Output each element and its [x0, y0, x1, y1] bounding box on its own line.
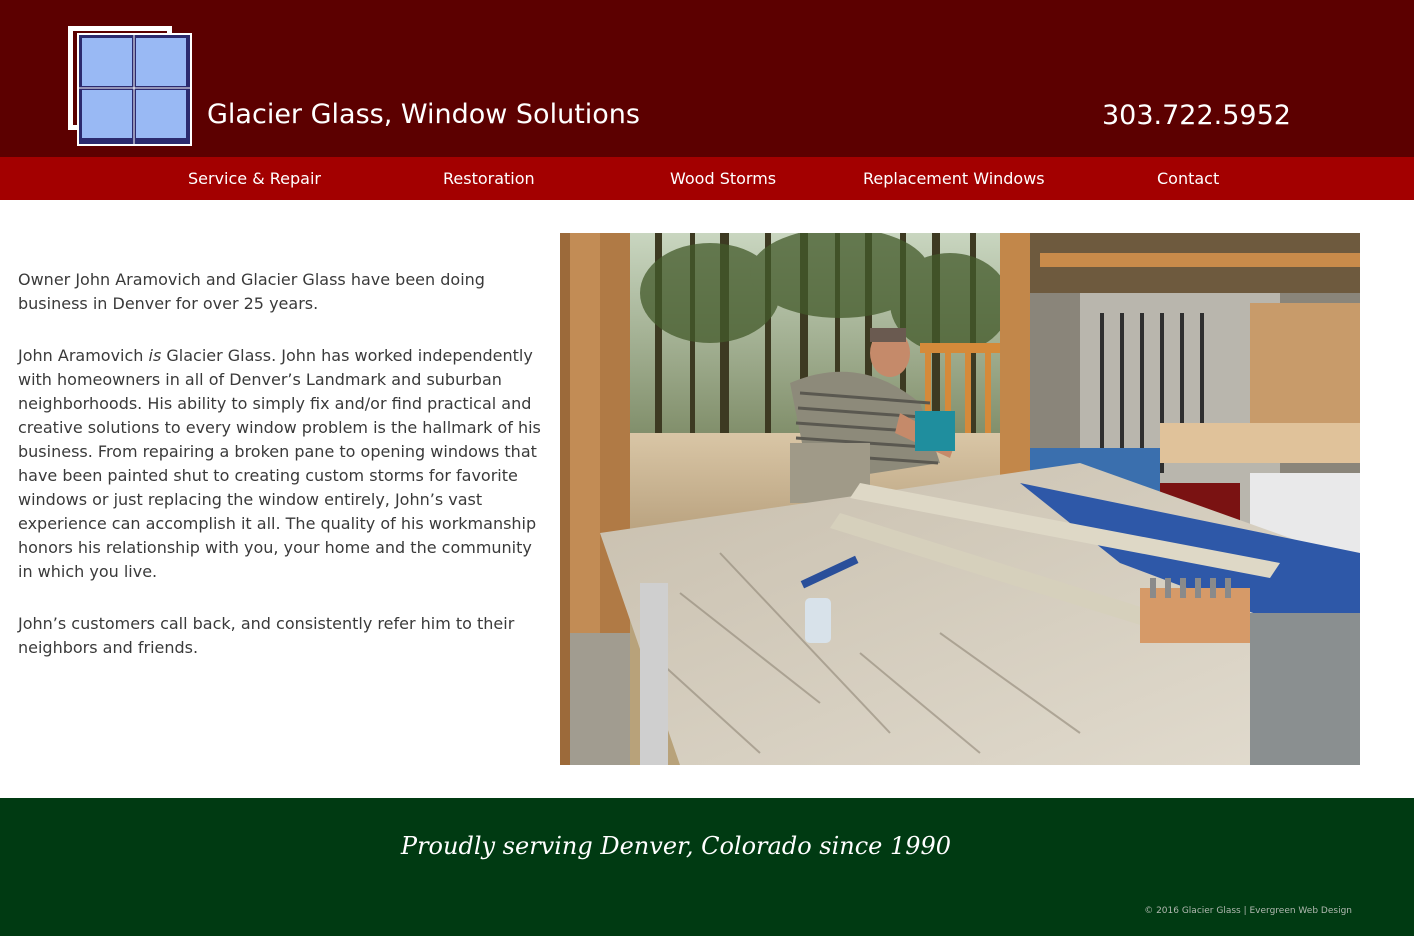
nav-item-service-repair[interactable]: Service & Repair — [188, 169, 321, 188]
nav-item-contact[interactable]: Contact — [1157, 169, 1219, 188]
nav-item-restoration[interactable]: Restoration — [443, 169, 535, 188]
paragraph-rest: Glacier Glass. John has worked independe… — [18, 346, 541, 581]
site-header: Glacier Glass, Window Solutions 303.722.… — [0, 0, 1414, 157]
about-text: Owner John Aramovich and Glacier Glass h… — [18, 268, 548, 688]
paragraph-lead: John Aramovich — [18, 346, 149, 365]
copyright-text[interactable]: © 2016 Glacier Glass | Evergreen Web Des… — [1144, 906, 1352, 916]
experience-paragraph: John Aramovich is Glacier Glass. John ha… — [18, 344, 548, 584]
window-logo-icon[interactable] — [68, 26, 194, 148]
intro-paragraph: Owner John Aramovich and Glacier Glass h… — [18, 270, 485, 313]
nav-item-wood-storms[interactable]: Wood Storms — [670, 169, 776, 188]
referral-paragraph: John’s customers call back, and consiste… — [18, 614, 515, 657]
nav-item-replacement-windows[interactable]: Replacement Windows — [863, 169, 1045, 188]
site-footer: Proudly serving Denver, Colorado since 1… — [0, 798, 1414, 936]
site-title[interactable]: Glacier Glass, Window Solutions — [207, 99, 640, 130]
phone-number[interactable]: 303.722.5952 — [1102, 100, 1291, 131]
main-nav: Service & Repair Restoration Wood Storms… — [0, 157, 1414, 200]
paragraph-emphasis: is — [148, 346, 162, 365]
footer-tagline: Proudly serving Denver, Colorado since 1… — [400, 832, 952, 860]
workshop-photo — [560, 233, 1360, 765]
